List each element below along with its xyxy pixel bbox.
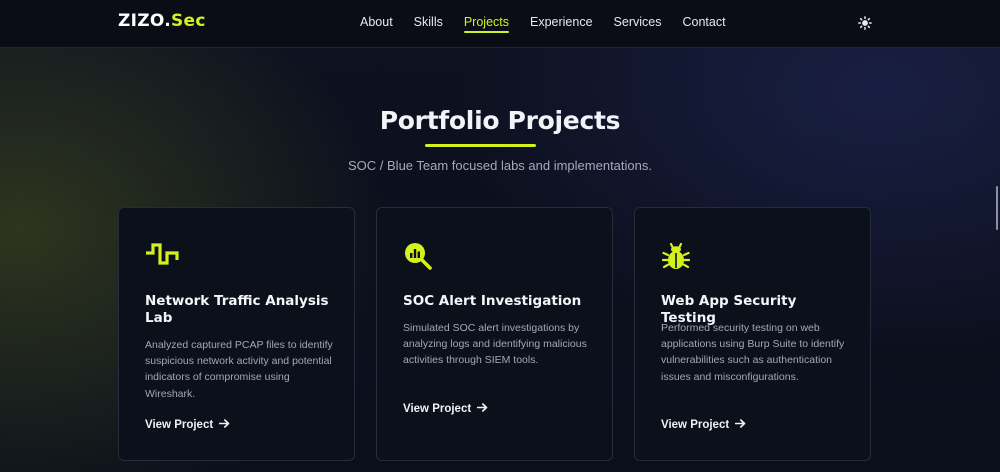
pulse-wave-icon xyxy=(145,241,179,271)
brand-logo-part1: ZIZO. xyxy=(118,11,172,31)
arrow-right-icon xyxy=(477,403,488,412)
project-description: Simulated SOC alert investigations by an… xyxy=(403,322,587,367)
title-underline xyxy=(425,144,536,147)
brand-logo-part2: Sec xyxy=(171,11,206,31)
top-navbar: ZIZO.Sec About Skills Projects Experienc… xyxy=(0,0,1000,48)
section-subtitle: SOC / Blue Team focused labs and impleme… xyxy=(348,158,652,173)
view-project-label: View Project xyxy=(403,403,472,415)
nav-link-projects[interactable]: Projects xyxy=(463,15,510,33)
view-project-label: View Project xyxy=(661,419,730,431)
arrow-right-icon xyxy=(219,419,230,428)
projects-section: Portfolio Projects SOC / Blue Team focus… xyxy=(0,0,1000,472)
view-project-link[interactable]: View Project xyxy=(403,403,488,415)
project-card-network-traffic: Network Traffic Analysis Lab Analyzed ca… xyxy=(118,207,355,461)
project-description: Analyzed captured PCAP files to identify… xyxy=(145,339,333,400)
view-project-label: View Project xyxy=(145,419,214,431)
page-scrollbar[interactable] xyxy=(996,186,998,230)
section-title: Portfolio Projects xyxy=(379,106,621,135)
arrow-right-icon xyxy=(735,419,746,428)
nav-link-experience[interactable]: Experience xyxy=(530,15,593,33)
nav-link-contact[interactable]: Contact xyxy=(682,15,725,33)
sun-icon xyxy=(858,16,872,30)
view-project-link[interactable]: View Project xyxy=(145,419,230,431)
project-title: Network Traffic Analysis Lab xyxy=(145,293,329,326)
nav-link-skills[interactable]: Skills xyxy=(414,15,443,33)
project-description: Performed security testing on web applic… xyxy=(661,322,845,383)
project-card-soc-alert: SOC Alert Investigation Simulated SOC al… xyxy=(376,207,613,461)
theme-toggle-button[interactable] xyxy=(856,14,874,32)
project-card-web-app: Web App Security Testing Performed secur… xyxy=(634,207,871,461)
bug-icon xyxy=(661,241,695,271)
nav-link-services[interactable]: Services xyxy=(614,15,662,33)
main-nav: About Skills Projects Experience Service… xyxy=(360,15,747,33)
brand-logo[interactable]: ZIZO.Sec xyxy=(118,11,206,31)
project-title: SOC Alert Investigation xyxy=(403,293,582,309)
magnifier-chart-icon xyxy=(403,241,437,271)
view-project-link[interactable]: View Project xyxy=(661,419,746,431)
nav-link-about[interactable]: About xyxy=(360,15,393,33)
